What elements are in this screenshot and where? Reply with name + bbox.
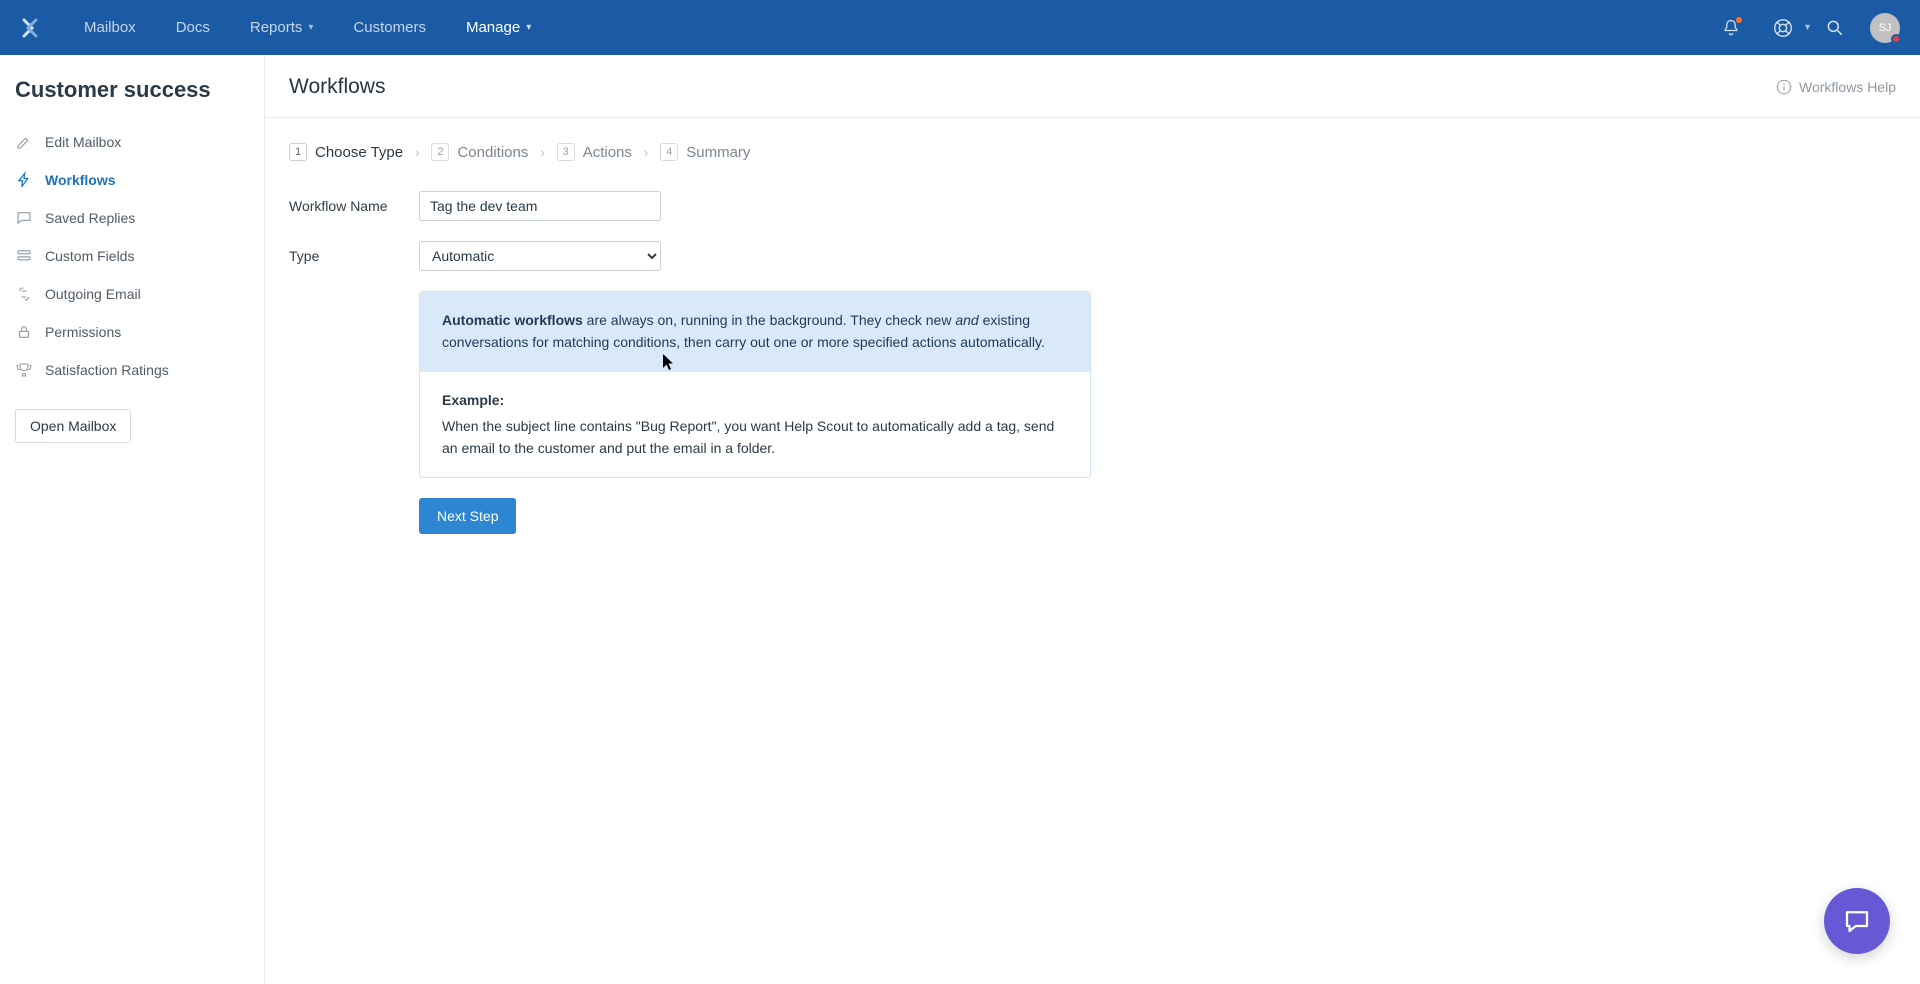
open-mailbox-button[interactable]: Open Mailbox xyxy=(15,409,131,443)
list-icon xyxy=(15,247,33,265)
user-avatar[interactable]: SJ xyxy=(1870,13,1900,43)
nav-manage[interactable]: Manage ▾ xyxy=(446,0,551,55)
chat-icon xyxy=(15,209,33,227)
info-em: and xyxy=(955,312,978,328)
sidebar-item-label: Outgoing Email xyxy=(45,286,141,302)
sidebar-title: Customer success xyxy=(0,73,264,123)
wizard-step-label: Choose Type xyxy=(315,144,403,161)
page-title: Workflows xyxy=(289,75,385,99)
help-link-label: Workflows Help xyxy=(1799,79,1896,95)
sidebar-item-edit-mailbox[interactable]: Edit Mailbox xyxy=(0,123,264,161)
pencil-icon xyxy=(15,133,33,151)
notification-dot xyxy=(1735,16,1743,24)
sidebar-item-saved-replies[interactable]: Saved Replies xyxy=(0,199,264,237)
sidebar-item-label: Custom Fields xyxy=(45,248,134,264)
notifications-button[interactable] xyxy=(1714,11,1748,45)
connection-icon xyxy=(15,285,33,303)
chevron-right-icon: › xyxy=(415,145,419,160)
example-title: Example: xyxy=(442,390,1068,412)
avatar-initials: SJ xyxy=(1879,22,1892,34)
workflow-type-label: Type xyxy=(289,248,419,264)
sidebar-item-outgoing-email[interactable]: Outgoing Email xyxy=(0,275,264,313)
info-icon xyxy=(1775,78,1793,96)
wizard-step-label: Conditions xyxy=(457,144,528,161)
workflow-name-input[interactable] xyxy=(419,191,661,221)
wizard-step-4[interactable]: 4Summary xyxy=(660,143,750,161)
lock-icon xyxy=(15,323,33,341)
sidebar: Customer success Edit Mailbox Workflows … xyxy=(0,55,265,984)
wizard-step-label: Summary xyxy=(686,144,750,161)
chat-fab[interactable] xyxy=(1824,888,1890,954)
support-menu[interactable]: ▾ xyxy=(1766,11,1800,45)
nav-mailbox[interactable]: Mailbox xyxy=(64,0,156,55)
top-nav: Mailbox Docs Reports ▾ Customers Manage … xyxy=(0,0,1920,55)
info-panel-description: Automatic workflows are always on, runni… xyxy=(420,292,1090,371)
status-dot xyxy=(1891,34,1901,44)
sidebar-item-label: Satisfaction Ratings xyxy=(45,362,169,378)
info-strong: Automatic workflows xyxy=(442,312,583,328)
workflows-help-link[interactable]: Workflows Help xyxy=(1775,78,1896,96)
sidebar-item-workflows[interactable]: Workflows xyxy=(0,161,264,199)
sidebar-item-custom-fields[interactable]: Custom Fields xyxy=(0,237,264,275)
sidebar-item-permissions[interactable]: Permissions xyxy=(0,313,264,351)
sidebar-item-satisfaction[interactable]: Satisfaction Ratings xyxy=(0,351,264,389)
trophy-icon xyxy=(15,361,33,379)
nav-reports-label: Reports xyxy=(250,0,303,55)
workflow-info-panel: Automatic workflows are always on, runni… xyxy=(419,291,1091,478)
helpscout-logo-icon xyxy=(18,16,42,40)
wizard-step-3[interactable]: 3Actions xyxy=(557,143,632,161)
nav-manage-label: Manage xyxy=(466,0,520,55)
example-body: When the subject line contains "Bug Repo… xyxy=(442,418,1054,456)
logo[interactable] xyxy=(10,0,50,55)
nav-customers[interactable]: Customers xyxy=(333,0,446,55)
nav-docs[interactable]: Docs xyxy=(156,0,230,55)
wizard-steps: 1Choose Type › 2Conditions › 3Actions › … xyxy=(289,143,1896,161)
workflow-type-select[interactable]: Automatic Manual xyxy=(419,241,661,271)
chevron-right-icon: › xyxy=(644,145,648,160)
bolt-icon xyxy=(15,171,33,189)
sidebar-item-label: Saved Replies xyxy=(45,210,135,226)
search-icon xyxy=(1825,18,1845,38)
workflow-name-label: Workflow Name xyxy=(289,198,419,214)
chevron-down-icon: ▾ xyxy=(308,0,313,55)
info-panel-example: Example: When the subject line contains … xyxy=(420,371,1090,477)
chevron-down-icon: ▾ xyxy=(1805,22,1810,33)
lifebuoy-icon xyxy=(1772,17,1794,39)
info-text: are always on, running in the background… xyxy=(583,312,956,328)
nav-reports[interactable]: Reports ▾ xyxy=(230,0,334,55)
sidebar-item-label: Edit Mailbox xyxy=(45,134,121,150)
sidebar-item-label: Workflows xyxy=(45,172,116,188)
next-step-button[interactable]: Next Step xyxy=(419,498,516,534)
chat-bubble-icon xyxy=(1842,906,1872,936)
chevron-down-icon: ▾ xyxy=(526,0,531,55)
sidebar-item-label: Permissions xyxy=(45,324,121,340)
wizard-step-label: Actions xyxy=(583,144,632,161)
wizard-step-1[interactable]: 1Choose Type xyxy=(289,143,403,161)
search-button[interactable] xyxy=(1818,11,1852,45)
wizard-step-2[interactable]: 2Conditions xyxy=(431,143,528,161)
chevron-right-icon: › xyxy=(540,145,544,160)
